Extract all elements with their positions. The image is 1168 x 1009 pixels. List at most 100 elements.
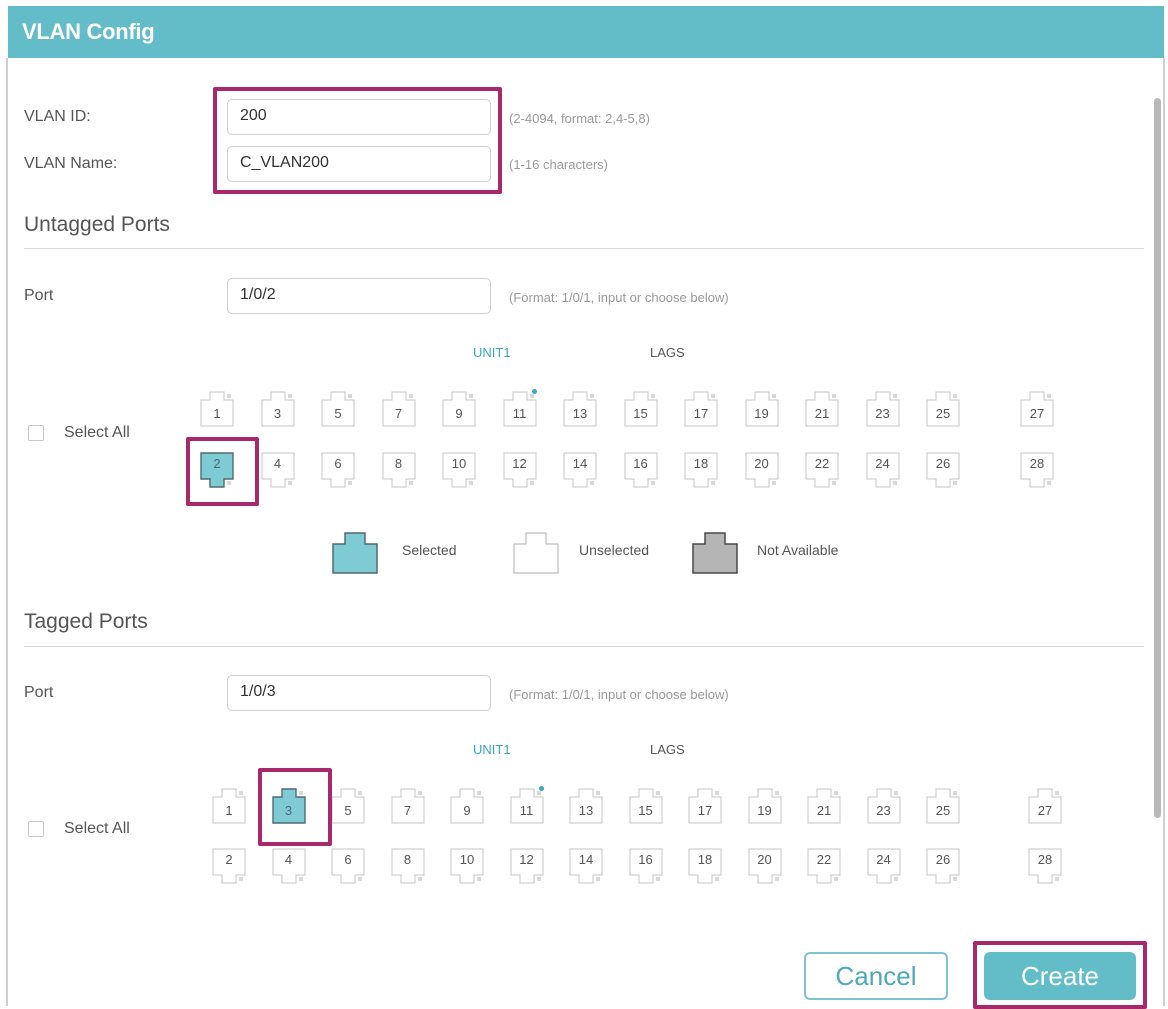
untagged-port-28[interactable]: 28 xyxy=(1020,452,1054,488)
dialog-border-left xyxy=(6,58,8,1006)
port-number: 2 xyxy=(225,852,233,867)
untagged-port-highlight xyxy=(186,437,259,506)
tagged-port-24[interactable]: 24 xyxy=(867,848,901,884)
untagged-port-1[interactable]: 1 xyxy=(200,391,234,427)
port-number: 12 xyxy=(519,852,534,867)
tagged-port-13[interactable]: 13 xyxy=(569,788,603,824)
tagged-port-10[interactable]: 10 xyxy=(450,848,484,884)
untagged-port-3[interactable]: 3 xyxy=(261,391,295,427)
tagged-port-23[interactable]: 23 xyxy=(867,788,901,824)
untagged-port-13[interactable]: 13 xyxy=(563,391,597,427)
tagged-port-2[interactable]: 2 xyxy=(212,848,246,884)
untagged-port-14[interactable]: 14 xyxy=(563,452,597,488)
tagged-lags-tab[interactable]: LAGS xyxy=(650,742,685,757)
untagged-port-12[interactable]: 12 xyxy=(503,452,537,488)
tagged-port-25[interactable]: 25 xyxy=(926,788,960,824)
untagged-port-4[interactable]: 4 xyxy=(261,452,295,488)
untagged-select-all[interactable]: Select All xyxy=(28,424,130,442)
port-number: 3 xyxy=(273,406,282,421)
tagged-port-input[interactable]: 1/0/3 xyxy=(227,675,491,711)
port-number: 1 xyxy=(213,406,221,421)
tagged-port-highlight xyxy=(258,768,332,846)
port-number: 13 xyxy=(572,406,588,421)
tagged-port-18[interactable]: 18 xyxy=(688,848,722,884)
tagged-port-1[interactable]: 1 xyxy=(212,788,246,824)
dialog-title: VLAN Config xyxy=(22,19,155,44)
tagged-port-5[interactable]: 5 xyxy=(331,788,365,824)
untagged-port-10[interactable]: 10 xyxy=(442,452,476,488)
tagged-port-12[interactable]: 12 xyxy=(510,848,544,884)
untagged-port-19[interactable]: 19 xyxy=(745,391,779,427)
port-number: 10 xyxy=(451,456,467,471)
untagged-port-15[interactable]: 15 xyxy=(624,391,658,427)
vlan-fields-highlight xyxy=(213,87,502,194)
untagged-port-24[interactable]: 24 xyxy=(866,452,900,488)
tagged-select-all[interactable]: Select All xyxy=(28,820,130,838)
port-number: 17 xyxy=(697,803,713,818)
port-number: 7 xyxy=(403,803,412,818)
tagged-port-7[interactable]: 7 xyxy=(391,788,425,824)
port-number: 26 xyxy=(935,456,951,471)
untagged-port-8[interactable]: 8 xyxy=(382,452,416,488)
port-number: 14 xyxy=(578,852,594,867)
tagged-port-14[interactable]: 14 xyxy=(569,848,603,884)
untagged-port-21[interactable]: 21 xyxy=(805,391,839,427)
untagged-port-23[interactable]: 23 xyxy=(866,391,900,427)
tagged-port-15[interactable]: 15 xyxy=(629,788,663,824)
legend-unselected-icon xyxy=(513,530,559,574)
port-number: 28 xyxy=(1037,852,1053,867)
link-status-dot xyxy=(531,389,537,394)
port-number: 15 xyxy=(633,406,648,421)
untagged-port-27[interactable]: 27 xyxy=(1020,391,1054,427)
untagged-port-17[interactable]: 17 xyxy=(684,391,718,427)
untagged-port-11[interactable]: 11 xyxy=(503,389,537,427)
port-number: 12 xyxy=(512,456,527,471)
tagged-port-17[interactable]: 17 xyxy=(688,788,722,824)
port-number: 21 xyxy=(814,406,830,421)
untagged-port-9[interactable]: 9 xyxy=(442,391,476,427)
port-number: 4 xyxy=(284,852,293,867)
tagged-port-21[interactable]: 21 xyxy=(807,788,841,824)
tagged-port-20[interactable]: 20 xyxy=(748,848,782,884)
untagged-port-20[interactable]: 20 xyxy=(745,452,779,488)
tagged-port-hint: (Format: 1/0/1, input or choose below) xyxy=(509,687,729,702)
port-number: 19 xyxy=(757,803,772,818)
port-number: 27 xyxy=(1029,406,1045,421)
tagged-port-8[interactable]: 8 xyxy=(391,848,425,884)
legend-unselected-label: Unselected xyxy=(579,542,650,558)
untagged-port-25[interactable]: 25 xyxy=(926,391,960,427)
port-number: 21 xyxy=(816,803,832,818)
tagged-port-6[interactable]: 6 xyxy=(331,848,365,884)
untagged-select-all-checkbox[interactable] xyxy=(28,425,44,441)
tagged-port-16[interactable]: 16 xyxy=(629,848,663,884)
port-number: 8 xyxy=(403,852,412,867)
untagged-port-5[interactable]: 5 xyxy=(321,391,355,427)
untagged-port-22[interactable]: 22 xyxy=(805,452,839,488)
port-number: 5 xyxy=(334,406,342,421)
port-number: 7 xyxy=(394,406,403,421)
untagged-port-7[interactable]: 7 xyxy=(382,391,416,427)
port-number: 27 xyxy=(1037,803,1053,818)
untagged-port-hint: (Format: 1/0/1, input or choose below) xyxy=(509,290,729,305)
tagged-port-4[interactable]: 4 xyxy=(272,848,306,884)
scrollbar[interactable] xyxy=(1154,98,1161,818)
tagged-port-22[interactable]: 22 xyxy=(807,848,841,884)
cancel-button[interactable]: Cancel xyxy=(804,952,948,1000)
port-number: 9 xyxy=(463,803,471,818)
untagged-port-26[interactable]: 26 xyxy=(926,452,960,488)
tagged-port-19[interactable]: 19 xyxy=(748,788,782,824)
port-number: 11 xyxy=(519,803,534,818)
tagged-unit1-tab[interactable]: UNIT1 xyxy=(473,742,511,757)
tagged-port-28[interactable]: 28 xyxy=(1028,848,1062,884)
untagged-lags-tab[interactable]: LAGS xyxy=(650,345,685,360)
untagged-port-18[interactable]: 18 xyxy=(684,452,718,488)
untagged-port-16[interactable]: 16 xyxy=(624,452,658,488)
tagged-port-11[interactable]: 11 xyxy=(510,786,544,824)
tagged-select-all-checkbox[interactable] xyxy=(28,821,44,837)
tagged-port-9[interactable]: 9 xyxy=(450,788,484,824)
tagged-port-26[interactable]: 26 xyxy=(926,848,960,884)
untagged-port-6[interactable]: 6 xyxy=(321,452,355,488)
tagged-port-27[interactable]: 27 xyxy=(1028,788,1062,824)
untagged-port-input[interactable]: 1/0/2 xyxy=(227,278,491,314)
untagged-unit1-tab[interactable]: UNIT1 xyxy=(473,345,511,360)
